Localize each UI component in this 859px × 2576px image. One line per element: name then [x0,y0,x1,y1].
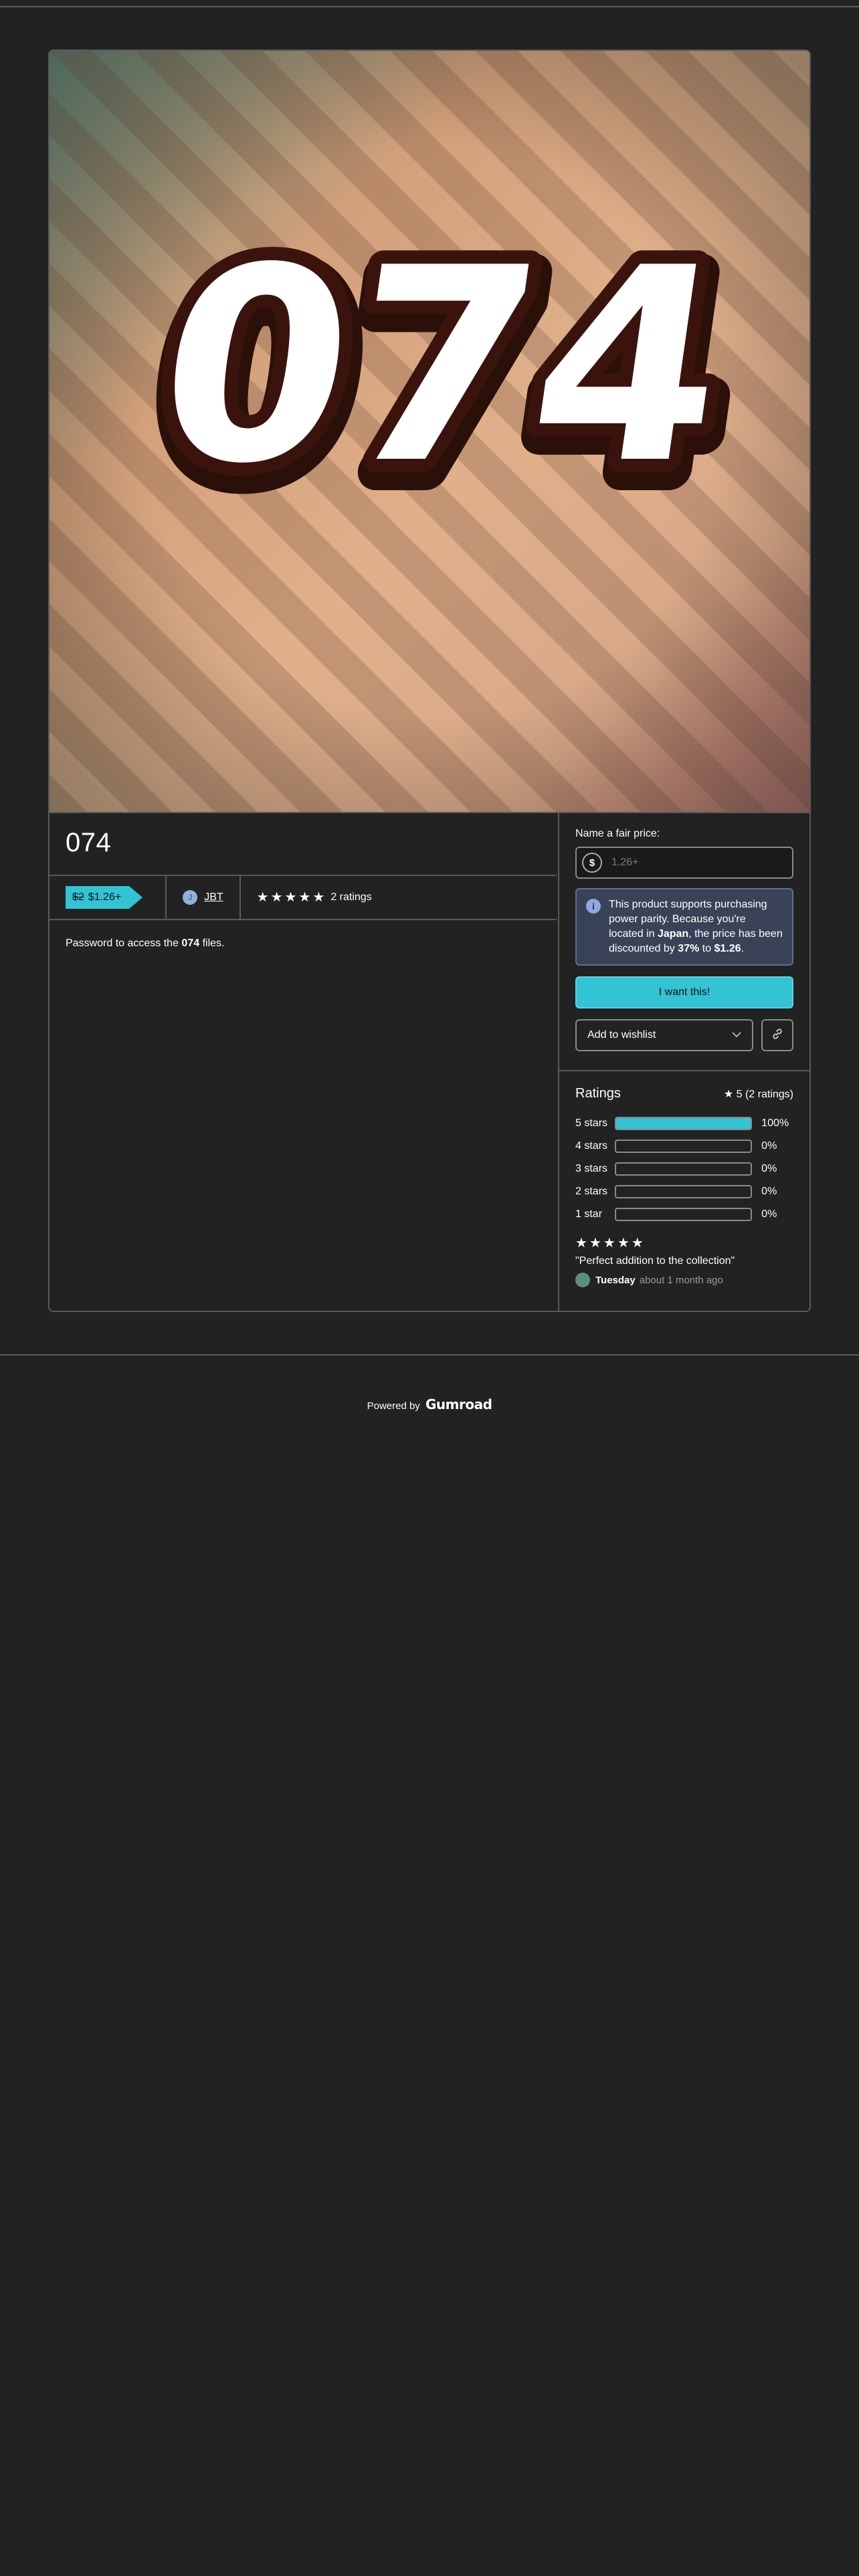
review-stars: ★ ★ ★ ★ ★ [575,1237,793,1250]
star-icon: ★ [723,1088,734,1100]
rating-bar [615,1117,753,1130]
discounted-price: $1.26+ [88,891,122,903]
rating-bar-percent: 0% [761,1186,777,1197]
info-discount: 37% [678,943,700,954]
footer-divider [0,1354,859,1356]
price-cell: $2 $1.26+ [50,876,167,919]
rating-cell: ★ ★ ★ ★ ★ 2 ratings [241,876,388,919]
rating-bar-percent: 0% [761,1208,777,1220]
star-icon: ★ [270,890,283,905]
ratings-summary-text: 5 (2 ratings) [736,1088,793,1100]
description-text: Password to access the [66,938,182,949]
star-icon: ★ [312,890,325,905]
currency-icon: $ [582,853,602,873]
star-icon: ★ [256,890,269,905]
star-icon: ★ [603,1236,615,1251]
rating-bar-percent: 0% [761,1140,777,1152]
rating-bar-fill [616,1118,751,1129]
info-country: Japan [657,928,689,940]
add-to-wishlist-button[interactable]: Add to wishlist [575,1019,753,1051]
reviewer-name: Tuesday [595,1274,636,1286]
reviewer: Tuesday about 1 month ago [575,1273,793,1287]
gumroad-logo[interactable]: Gumroad [425,1396,492,1412]
copy-link-button[interactable] [761,1019,793,1051]
info-text-3: to [699,943,714,954]
original-price: $2 [72,891,84,903]
reviewer-avatar [575,1273,590,1287]
info-text-4: . [741,943,744,954]
ppp-info-box: i This product supports purchasing power… [575,888,793,966]
rating-bar [615,1185,753,1198]
review-text: "Perfect addition to the collection" [575,1255,735,1267]
product-details: 074 $2 $1.26+ J JBT ★ ★ ★ ★ ★ 2 ratings … [50,813,557,1311]
price-badge: $2 $1.26+ [66,886,143,909]
price-input[interactable] [610,856,780,869]
ratings-count: 2 ratings [330,891,372,903]
creator-link[interactable]: JBT [204,891,223,903]
rating-bar-row: 4 stars 0% [575,1135,793,1158]
rating-bar-label: 4 stars [575,1140,608,1152]
rating-bar [615,1140,753,1153]
rating-bar-label: 2 stars [575,1186,608,1197]
wishlist-label: Add to wishlist [587,1029,656,1041]
description-text-end: files. [199,938,225,949]
rating-bar-label: 5 stars [575,1117,608,1129]
product-cover-image: 074 074 [50,51,809,813]
cover-text: 074 074 [123,197,767,554]
info-icon: i [586,899,601,914]
footer: Powered by Gumroad [0,1396,859,1412]
ratings-summary: ★ 5 (2 ratings) [724,1087,793,1101]
link-icon [771,1028,783,1043]
purchase-panel: Name a fair price: $ i This product supp… [558,813,809,1311]
rating-bar-row: 5 stars 100% [575,1112,793,1135]
powered-by-text: Powered by [367,1400,420,1412]
rating-bar-percent: 100% [761,1117,789,1129]
rating-bar [615,1162,753,1176]
star-icon: ★ [631,1236,644,1251]
star-icon: ★ [617,1236,630,1251]
description-bold: 074 [181,938,200,949]
fair-price-label: Name a fair price: [575,828,660,839]
rating-bar [615,1208,753,1221]
cover-text-outline: 074 [141,211,743,522]
product-title: 074 [66,828,112,857]
buy-button[interactable]: I want this! [575,976,793,1008]
creator-cell: J JBT [167,876,241,919]
product-description: Password to access the 074 files. [50,920,557,967]
ratings-title: Ratings [575,1086,621,1101]
rating-bar-label: 1 star [575,1208,603,1220]
star-icon: ★ [575,1236,587,1251]
star-icon: ★ [298,890,311,905]
top-divider [0,6,859,7]
rating-bar-row: 1 star 0% [575,1203,793,1226]
product-card: 074 074 074 $2 $1.26+ J JBT ★ ★ ★ ★ ★ 2 … [48,49,811,1312]
star-icon: ★ [284,890,297,905]
review-time: about 1 month ago [639,1274,723,1286]
info-price: $1.26 [714,943,741,954]
creator-avatar: J [183,890,198,905]
price-input-wrapper: $ [575,847,793,879]
rating-bar-label: 3 stars [575,1163,608,1174]
star-icon: ★ [589,1236,601,1251]
review: ★ ★ ★ ★ ★ "Perfect addition to the colle… [575,1237,793,1287]
ratings-section: Ratings ★ 5 (2 ratings) 5 stars 100% 4 s… [559,1071,809,1302]
ppp-info-text: This product supports purchasing power p… [609,897,783,956]
rating-bar-percent: 0% [761,1163,777,1174]
chevron-down-icon [732,1029,741,1041]
rating-bar-row: 3 stars 0% [575,1158,793,1180]
product-meta: $2 $1.26+ J JBT ★ ★ ★ ★ ★ 2 ratings [50,876,557,920]
rating-bar-row: 2 stars 0% [575,1180,793,1203]
rating-stars: ★ ★ ★ ★ ★ 2 ratings [257,891,372,904]
